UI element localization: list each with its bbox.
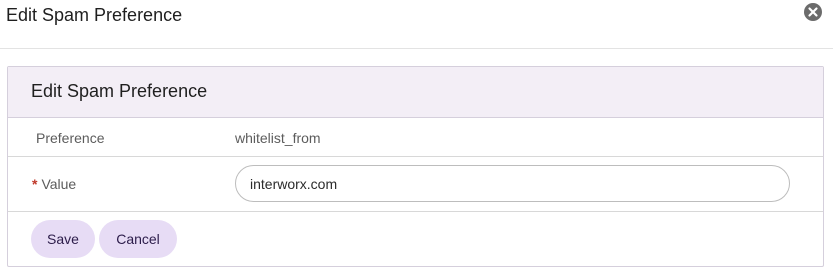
form-actions: Save Cancel: [8, 212, 823, 267]
preference-value: whitelist_from: [235, 130, 321, 146]
preference-label: Preference: [36, 130, 105, 146]
close-icon[interactable]: [804, 3, 822, 21]
dialog-title: Edit Spam Preference: [6, 5, 183, 25]
cancel-button[interactable]: Cancel: [99, 220, 177, 258]
edit-form-panel: Edit Spam Preference Preference whitelis…: [7, 66, 824, 267]
preference-row: Preference whitelist_from: [8, 118, 823, 157]
panel-title: Edit Spam Preference: [31, 81, 208, 101]
value-label: Value: [41, 176, 77, 192]
value-input[interactable]: [235, 165, 790, 202]
save-button[interactable]: Save: [31, 220, 95, 258]
panel-header: Edit Spam Preference: [8, 67, 823, 118]
value-row: * Value: [8, 157, 823, 212]
dialog-header: Edit Spam Preference: [0, 0, 833, 49]
required-marker: *: [32, 176, 38, 192]
value-label-group: * Value: [32, 176, 76, 192]
